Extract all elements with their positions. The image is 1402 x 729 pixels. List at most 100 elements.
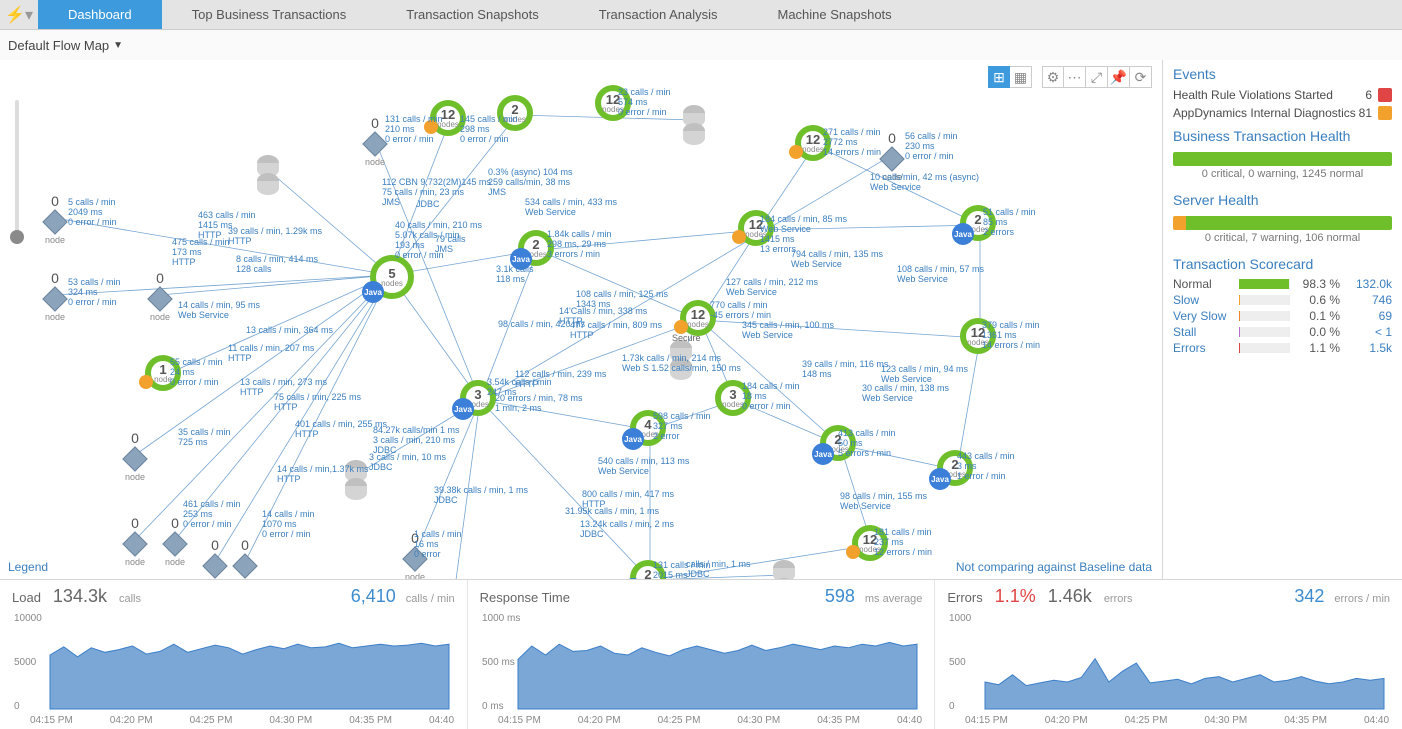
score-row[interactable]: Errors 1.1 % 1.5k: [1163, 340, 1402, 356]
load-originator[interactable]: 0node: [230, 537, 260, 579]
svg-text:04:35 PM: 04:35 PM: [817, 715, 860, 726]
score-bar: [1239, 279, 1290, 289]
svg-text:04:35 PM: 04:35 PM: [1285, 715, 1328, 726]
tab-snapshots[interactable]: Transaction Snapshots: [376, 0, 568, 29]
svg-text:1000: 1000: [949, 613, 972, 624]
score-label: Normal: [1173, 277, 1233, 291]
score-row[interactable]: Stall 0.0 % < 1: [1163, 324, 1402, 340]
score-count: 69: [1346, 309, 1392, 323]
svg-text:04:40 PM: 04:40 PM: [897, 715, 923, 726]
caret-down-icon: ▼: [113, 40, 123, 51]
bottom-charts: Load 134.3k calls 6,410calls / min 10000…: [0, 579, 1402, 729]
load-rate: 6,410: [351, 586, 396, 607]
rt-chart: Response Time 598ms average 1000 ms 500 …: [468, 580, 936, 729]
legend-link[interactable]: Legend: [8, 560, 48, 574]
event-row-hrv[interactable]: Health Rule Violations Started 6: [1163, 86, 1402, 104]
sh-title: Server Health: [1163, 186, 1402, 212]
svg-text:04:25 PM: 04:25 PM: [190, 715, 233, 726]
side-panel: Events Health Rule Violations Started 6 …: [1162, 60, 1402, 579]
svg-text:5000: 5000: [14, 657, 37, 668]
load-originator[interactable]: 0node: [877, 130, 907, 182]
database-icon[interactable]: [345, 460, 367, 504]
score-pct: 98.3 %: [1296, 277, 1340, 291]
svg-text:500 ms: 500 ms: [482, 657, 515, 668]
score-label: Very Slow: [1173, 309, 1233, 323]
rt-name: Response Time: [480, 590, 570, 605]
bth-bar: [1173, 152, 1392, 166]
score-pct: 0.6 %: [1296, 293, 1340, 307]
score-row[interactable]: Normal 98.3 % 132.0k: [1163, 276, 1402, 292]
err-total: 1.46k: [1048, 586, 1092, 607]
load-total-unit: calls: [119, 593, 141, 605]
event-count: 81: [1359, 106, 1372, 120]
load-originator[interactable]: 0node: [200, 537, 230, 579]
svg-text:04:25 PM: 04:25 PM: [657, 715, 700, 726]
database-icon[interactable]: [257, 155, 279, 199]
tab-machine-snapshots[interactable]: Machine Snapshots: [747, 0, 921, 29]
baseline-note: Not comparing against Baseline data: [956, 560, 1152, 574]
score-bar: [1239, 343, 1290, 353]
flow-map-canvas[interactable]: ⊞ ▦ ⚙ ⋯ ⤢ 📌 ⟳ 1node5nodesJava12nodes2nod…: [0, 60, 1162, 579]
database-icon[interactable]: [773, 560, 795, 579]
svg-text:500: 500: [949, 657, 966, 668]
score-label: Errors: [1173, 341, 1233, 355]
svg-text:04:30 PM: 04:30 PM: [269, 715, 312, 726]
event-row-diag[interactable]: AppDynamics Internal Diagnostics 81: [1163, 104, 1402, 122]
bth-title: Business Transaction Health: [1163, 122, 1402, 148]
flow-map-label: Default Flow Map: [8, 38, 109, 53]
svg-text:04:20 PM: 04:20 PM: [110, 715, 153, 726]
score-count: 132.0k: [1346, 277, 1392, 291]
load-originator[interactable]: 0node: [145, 270, 175, 322]
svg-text:04:15 PM: 04:15 PM: [30, 715, 73, 726]
svg-text:04:40 PM: 04:40 PM: [429, 715, 455, 726]
load-rate-unit: calls / min: [406, 593, 455, 605]
score-label: Stall: [1173, 325, 1233, 339]
svg-text:04:35 PM: 04:35 PM: [349, 715, 392, 726]
score-pct: 0.1 %: [1296, 309, 1340, 323]
score-pct: 0.0 %: [1296, 325, 1340, 339]
score-count: 1.5k: [1346, 341, 1392, 355]
load-originator[interactable]: 0node: [120, 515, 150, 567]
svg-text:04:30 PM: 04:30 PM: [737, 715, 780, 726]
score-row[interactable]: Slow 0.6 % 746: [1163, 292, 1402, 308]
load-originator[interactable]: 0node: [120, 430, 150, 482]
events-title: Events: [1163, 60, 1402, 86]
score-bar: [1239, 295, 1290, 305]
load-originator[interactable]: 0node: [400, 530, 430, 579]
warning-icon: [1378, 106, 1392, 120]
svg-text:0 ms: 0 ms: [482, 701, 504, 712]
flow-map-selector[interactable]: Default Flow Map ▼: [8, 38, 123, 53]
load-name: Load: [12, 590, 41, 605]
score-pct: 1.1 %: [1296, 341, 1340, 355]
event-count: 6: [1365, 88, 1372, 102]
svg-text:10000: 10000: [14, 613, 42, 624]
load-originator[interactable]: 0node: [360, 115, 390, 167]
score-row[interactable]: Very Slow 0.1 % 69: [1163, 308, 1402, 324]
tab-analysis[interactable]: Transaction Analysis: [569, 0, 748, 29]
svg-text:0: 0: [14, 701, 20, 712]
svg-text:04:20 PM: 04:20 PM: [1045, 715, 1088, 726]
database-icon[interactable]: [670, 340, 692, 384]
svg-text:04:15 PM: 04:15 PM: [965, 715, 1008, 726]
err-rate: 342: [1294, 586, 1324, 607]
sub-bar: Default Flow Map ▼: [0, 30, 1402, 60]
load-originator[interactable]: 0node: [40, 270, 70, 322]
bolt-icon[interactable]: ⚡▾: [0, 0, 38, 29]
err-pct: 1.1%: [995, 586, 1036, 607]
svg-text:04:20 PM: 04:20 PM: [577, 715, 620, 726]
database-icon[interactable]: [683, 105, 705, 149]
err-chart: Errors 1.1% 1.46k errors 342errors / min…: [935, 580, 1402, 729]
rt-unit: ms average: [865, 593, 922, 605]
event-label: Health Rule Violations Started: [1173, 88, 1333, 102]
load-total: 134.3k: [53, 586, 107, 607]
load-sparkline: 10000 5000 0 04:15 PM 04:20 PM 04:25 PM 04:3…: [12, 609, 455, 727]
err-name: Errors: [947, 590, 982, 605]
svg-text:04:30 PM: 04:30 PM: [1205, 715, 1248, 726]
svg-text:04:25 PM: 04:25 PM: [1125, 715, 1168, 726]
tab-top-bt[interactable]: Top Business Transactions: [162, 0, 377, 29]
tab-dashboard[interactable]: Dashboard: [38, 0, 162, 29]
load-originator[interactable]: 0node: [40, 193, 70, 245]
tab-bar: ⚡▾ Dashboard Top Business Transactions T…: [0, 0, 1402, 30]
svg-text:0: 0: [949, 701, 955, 712]
load-originator[interactable]: 0node: [160, 515, 190, 567]
